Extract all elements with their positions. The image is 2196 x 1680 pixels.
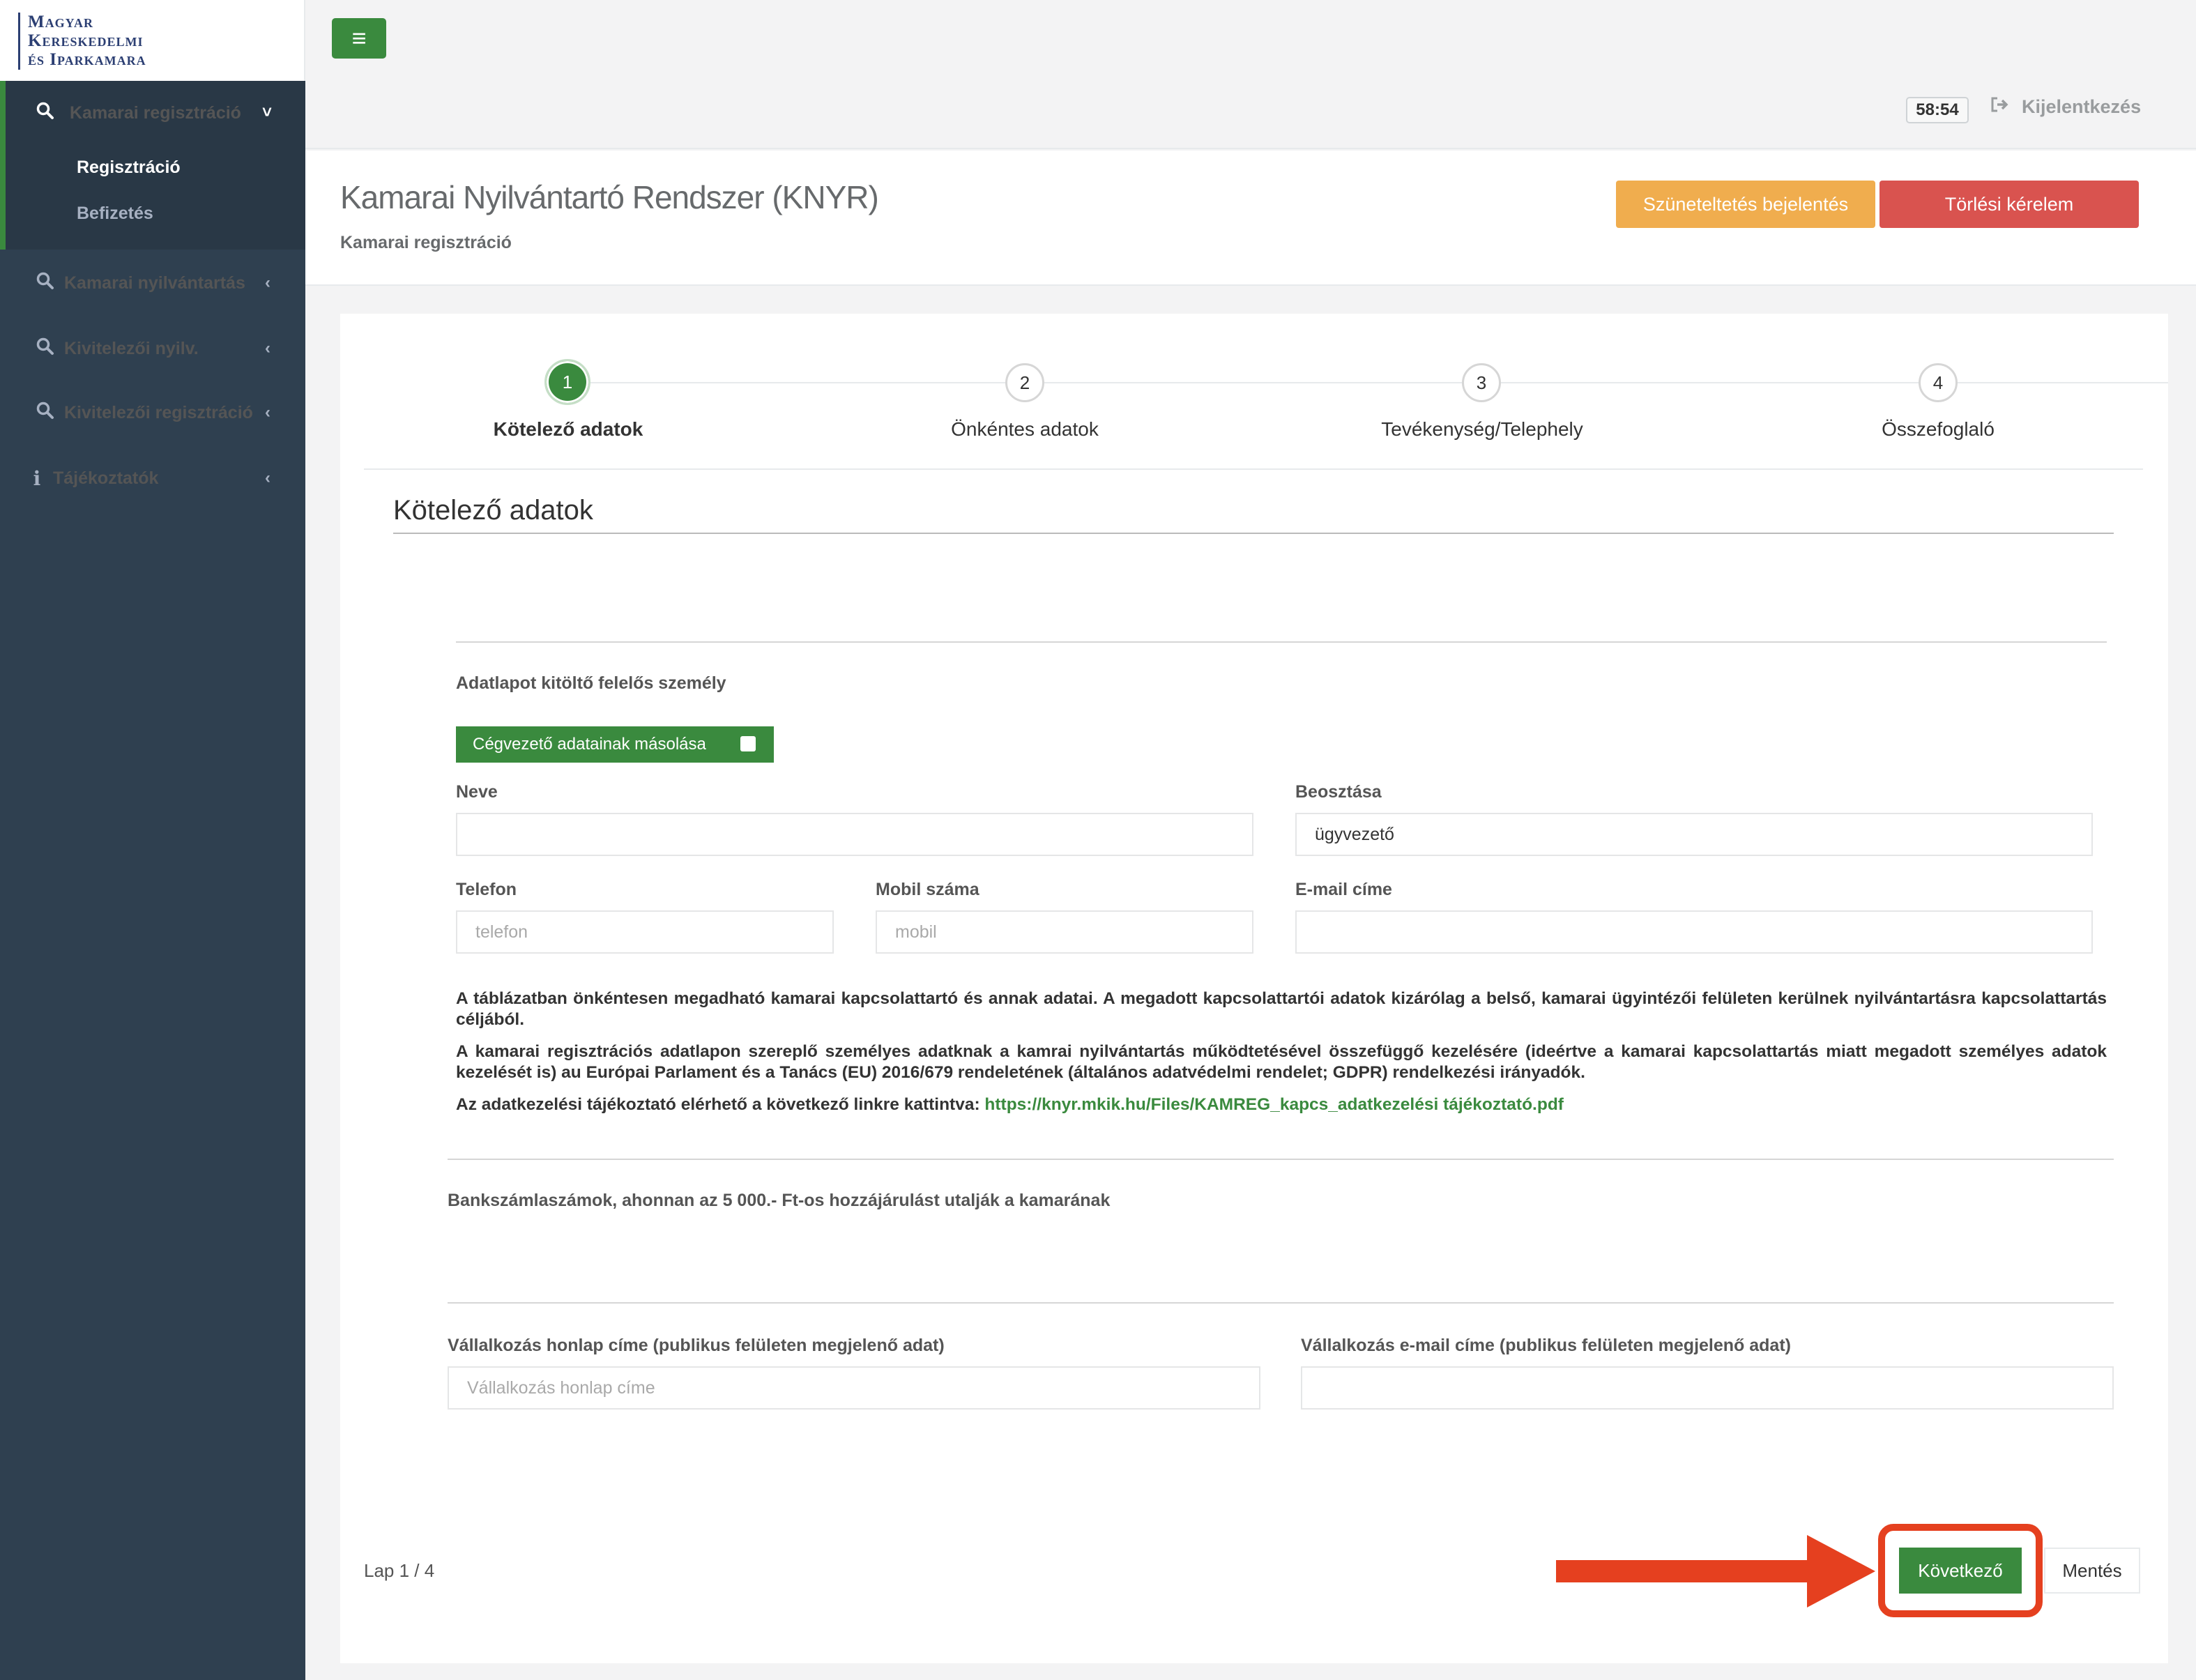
chevron-left-icon: ‹ xyxy=(265,339,270,358)
page-title: Kamarai Nyilvántartó Rendszer (KNYR) xyxy=(340,179,879,215)
copy-manager-data-checkbox[interactable] xyxy=(740,736,756,751)
divider xyxy=(448,1159,2114,1160)
sidebar-subitem-befizetes[interactable]: Befizetés xyxy=(77,204,153,224)
top-navbar xyxy=(305,0,2196,149)
chevron-left-icon: ‹ xyxy=(265,468,270,487)
privacy-link-paragraph: Az adatkezelési tájékoztató elérhető a k… xyxy=(456,1094,2107,1115)
privacy-link-prefix: Az adatkezelési tájékoztató elérhető a k… xyxy=(456,1095,985,1114)
logout-label: Kijelentkezés xyxy=(2022,96,2142,117)
sidebar-item-label: Kivitelezői regisztráció xyxy=(64,402,253,422)
phone-label: Telefon xyxy=(456,880,517,899)
logout-link[interactable]: Kijelentkezés xyxy=(1990,96,2141,118)
search-icon xyxy=(35,102,56,125)
step-1-label[interactable]: Kötelező adatok xyxy=(494,418,643,441)
annotation-arrow-head xyxy=(1807,1535,1875,1608)
chamber-logo[interactable]: Magyar Kereskedelmi és Iparkamara xyxy=(0,0,305,81)
sidebar-item-label: Kivitelezői nyilv. xyxy=(64,338,199,358)
bank-accounts-heading: Bankszámlaszámok, ahonnan az 5 000.- Ft-… xyxy=(448,1191,1111,1210)
logo-line-2: Kereskedelmi xyxy=(28,31,144,50)
responsible-person-heading: Adatlapot kitöltő felelős személy xyxy=(456,673,726,693)
section-divider xyxy=(393,533,2114,534)
company-email-input[interactable] xyxy=(1301,1366,2114,1410)
step-1-circle[interactable]: 1 xyxy=(544,359,590,405)
step-4-label[interactable]: Összefoglaló xyxy=(1882,418,1995,441)
sidebar-item-kamarai-nyilvantartas[interactable]: Kamarai nyilvántartás ‹ xyxy=(0,251,305,315)
step-3-circle[interactable]: 3 xyxy=(1462,363,1501,402)
name-input[interactable] xyxy=(456,813,1253,856)
logo-line-3: és Iparkamara xyxy=(28,50,146,69)
search-icon xyxy=(35,337,56,360)
sidebar-item-label: Kamarai regisztráció xyxy=(70,102,241,123)
sidebar: Magyar Kereskedelmi és Iparkamara Kamara… xyxy=(0,0,305,1680)
company-email-label: Vállalkozás e-mail címe (publikus felüle… xyxy=(1301,1336,1791,1355)
copy-manager-data-label: Cégvezető adatainak másolása xyxy=(473,735,706,754)
session-timer: 58:54 xyxy=(1906,97,1969,123)
sidebar-item-kivitelezoi-regisztracio[interactable]: Kivitelezői regisztráció ‹ xyxy=(0,381,305,445)
divider xyxy=(448,1302,2114,1304)
position-input[interactable]: ügyvezető xyxy=(1295,813,2093,856)
position-label: Beosztása xyxy=(1295,782,1382,802)
chevron-left-icon: ‹ xyxy=(265,403,270,422)
website-label: Vállalkozás honlap címe (publikus felüle… xyxy=(448,1336,945,1355)
copy-manager-data-toggle[interactable]: Cégvezető adatainak másolása xyxy=(456,726,774,763)
search-icon xyxy=(35,402,56,425)
logo-text: Magyar Kereskedelmi és Iparkamara xyxy=(28,13,146,69)
sidebar-subitem-regisztracio[interactable]: Regisztráció xyxy=(77,158,181,178)
divider xyxy=(456,641,2107,643)
sidebar-item-tajekoztatok[interactable]: i Tájékoztatók ‹ xyxy=(0,446,305,510)
mobile-label: Mobil száma xyxy=(876,880,979,899)
save-button[interactable]: Mentés xyxy=(2044,1548,2140,1594)
info-icon: i xyxy=(33,466,41,490)
deletion-request-button[interactable]: Törlési kérelem xyxy=(1879,181,2139,228)
chevron-down-icon: ˅ xyxy=(262,103,273,122)
email-input[interactable] xyxy=(1295,910,2093,954)
section-title: Kötelező adatok xyxy=(393,495,593,526)
steps-divider xyxy=(364,468,2143,470)
email-label: E-mail címe xyxy=(1295,880,1392,899)
logo-bar xyxy=(18,13,20,70)
sidebar-item-label: Kamarai nyilvántartás xyxy=(64,273,245,293)
search-icon xyxy=(35,272,56,295)
contact-info-note: A táblázatban önkéntesen megadható kamar… xyxy=(456,989,2107,1029)
step-3-label[interactable]: Tevékenység/Telephely xyxy=(1381,418,1583,441)
annotation-arrow-shaft xyxy=(1556,1560,1821,1582)
step-2-label[interactable]: Önkéntes adatok xyxy=(951,418,1099,441)
phone-input[interactable]: telefon xyxy=(456,910,834,954)
sidebar-item-label: Tájékoztatók xyxy=(53,468,159,488)
website-input[interactable]: Vállalkozás honlap címe xyxy=(448,1366,1260,1410)
suspend-notice-button[interactable]: Szüneteltetés bejelentés xyxy=(1616,181,1875,228)
name-label: Neve xyxy=(456,782,498,802)
mobile-input[interactable]: mobil xyxy=(876,910,1253,954)
menu-toggle-button[interactable]: ≡ xyxy=(332,18,386,59)
logo-line-1: Magyar xyxy=(28,13,93,31)
step-2-circle[interactable]: 2 xyxy=(1005,363,1044,402)
next-button[interactable]: Következő xyxy=(1899,1548,2022,1594)
chevron-left-icon: ‹ xyxy=(265,273,270,292)
privacy-policy-link[interactable]: https://knyr.mkik.hu/Files/KAMREG_kapcs_… xyxy=(984,1095,1564,1114)
sidebar-item-kamarai-regisztracio[interactable]: Kamarai regisztráció ˅ xyxy=(0,81,305,145)
step-4-circle[interactable]: 4 xyxy=(1919,363,1958,402)
sign-out-icon xyxy=(1990,96,2011,118)
gdpr-note: A kamarai regisztrációs adatlapon szerep… xyxy=(456,1042,2107,1082)
page-indicator: Lap 1 / 4 xyxy=(364,1560,435,1581)
sidebar-item-kivitelezoi-nyilv[interactable]: Kivitelezői nyilv. ‹ xyxy=(0,316,305,381)
breadcrumb[interactable]: Kamarai regisztráció xyxy=(340,233,512,253)
